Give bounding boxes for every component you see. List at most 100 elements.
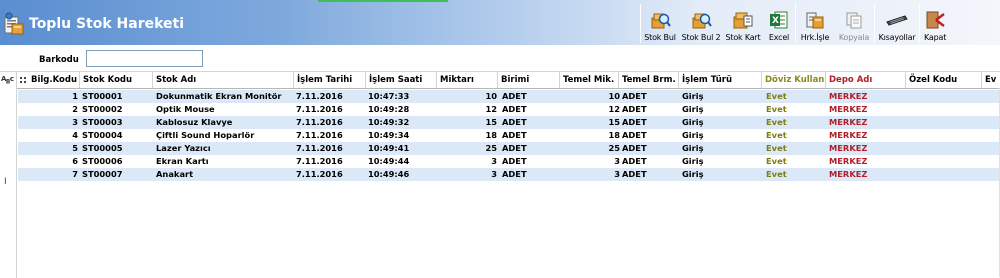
cell-islem-saati[interactable]: 10:49:46	[368, 168, 436, 181]
table-row[interactable]: 1 ST00001 Dokunmatik Ekran Monitör 7.11.201…	[18, 90, 1000, 103]
cell-islem-saati[interactable]: 10:49:32	[368, 116, 436, 129]
column-header[interactable]: İşlem Saati	[366, 72, 437, 88]
cell-bilg-kodu[interactable]: 2	[28, 103, 78, 116]
table-row[interactable]: 7 ST00007 Anakart 7.11.2016 10:49:46 3 ADET 3 AD…	[18, 168, 1000, 181]
cell-temel-birim[interactable]: ADET	[622, 129, 680, 142]
cell-birim[interactable]: ADET	[502, 129, 560, 142]
cell-islem-tarihi[interactable]: 7.11.2016	[296, 142, 366, 155]
column-header[interactable]: İşlem Tarihi	[294, 72, 366, 88]
cell-stok-adi[interactable]: Anakart	[156, 168, 294, 181]
table-row[interactable]: 3 ST00003 Kablosuz Klavye 7.11.2016 10:49:32…	[18, 116, 1000, 129]
cell-islem-saati[interactable]: 10:49:41	[368, 142, 436, 155]
cell-miktar[interactable]: 18	[437, 129, 497, 142]
cell-doviz-kullan[interactable]: Evet	[766, 90, 826, 103]
cell-islem-tarihi[interactable]: 7.11.2016	[296, 129, 366, 142]
column-header[interactable]: Birimi	[498, 72, 560, 88]
cell-islem-turu[interactable]: Giriş	[682, 155, 762, 168]
column-header[interactable]: Stok Kodu	[80, 72, 153, 88]
cell-birim[interactable]: ADET	[502, 142, 560, 155]
cell-depo-adi[interactable]: MERKEZ	[829, 116, 905, 129]
table-row[interactable]: 6 ST00006 Ekran Kartı 7.11.2016 10:49:44 3 ADE…	[18, 155, 1000, 168]
cell-temel-birim[interactable]: ADET	[622, 103, 680, 116]
cell-ozel-kodu[interactable]	[909, 129, 983, 142]
column-header[interactable]: İşlem Türü	[679, 72, 762, 88]
column-header[interactable]: Özel Kodu	[906, 72, 982, 88]
cell-temel-miktar[interactable]: 15	[560, 116, 620, 129]
cell-birim[interactable]: ADET	[502, 90, 560, 103]
cell-islem-tarihi[interactable]: 7.11.2016	[296, 116, 366, 129]
column-header[interactable]: Temel Brm.	[619, 72, 679, 88]
cell-ozel-kodu[interactable]	[909, 155, 983, 168]
cell-stok-kodu[interactable]: ST00002	[82, 103, 152, 116]
cell-depo-adi[interactable]: MERKEZ	[829, 168, 905, 181]
cell-islem-turu[interactable]: Giriş	[682, 129, 762, 142]
column-header[interactable]: Depo Adı	[826, 72, 906, 88]
cell-bilg-kodu[interactable]: 6	[28, 155, 78, 168]
cell-depo-adi[interactable]: MERKEZ	[829, 103, 905, 116]
cell-doviz-kullan[interactable]: Evet	[766, 129, 826, 142]
cell-ozel-kodu[interactable]	[909, 103, 983, 116]
column-header[interactable]: Ev	[982, 72, 1000, 88]
cell-depo-adi[interactable]: MERKEZ	[829, 155, 905, 168]
cell-stok-kodu[interactable]: ST00003	[82, 116, 152, 129]
cell-temel-miktar[interactable]: 3	[560, 168, 620, 181]
cell-stok-adi[interactable]: Çiftli Sound Hoparlör	[156, 129, 294, 142]
cell-doviz-kullan[interactable]: Evet	[766, 168, 826, 181]
cell-birim[interactable]: ADET	[502, 116, 560, 129]
cell-temel-birim[interactable]: ADET	[622, 142, 680, 155]
cell-temel-birim[interactable]: ADET	[622, 90, 680, 103]
cell-islem-saati[interactable]: 10:49:28	[368, 103, 436, 116]
shortcuts-button[interactable]: Kısayollar	[875, 3, 919, 44]
cell-islem-tarihi[interactable]: 7.11.2016	[296, 90, 366, 103]
cell-stok-kodu[interactable]: ST00007	[82, 168, 152, 181]
cell-ozel-kodu[interactable]	[909, 142, 983, 155]
column-header[interactable]: Miktarı	[437, 72, 498, 88]
cell-stok-kodu[interactable]: ST00006	[82, 155, 152, 168]
cell-birim[interactable]: ADET	[502, 155, 560, 168]
cell-ozel-kodu[interactable]	[909, 168, 983, 181]
table-row[interactable]: 2 ST00002 Optik Mouse 7.11.2016 10:49:28 12 AD…	[18, 103, 1000, 116]
stock-card-button[interactable]: Stok Kart	[723, 3, 763, 44]
cell-islem-turu[interactable]: Giriş	[682, 116, 762, 129]
copy-button[interactable]: Kopyala	[834, 3, 874, 44]
cell-miktar[interactable]: 3	[437, 168, 497, 181]
cell-bilg-kodu[interactable]: 7	[28, 168, 78, 181]
stock-find-2-button[interactable]: Stok Bul 2	[679, 3, 723, 44]
cell-stok-adi[interactable]: Dokunmatik Ekran Monitör	[156, 90, 294, 103]
cell-islem-tarihi[interactable]: 7.11.2016	[296, 155, 366, 168]
cell-bilg-kodu[interactable]: 5	[28, 142, 78, 155]
cell-stok-kodu[interactable]: ST00001	[82, 90, 152, 103]
close-button[interactable]: Kapat	[920, 3, 950, 44]
cell-bilg-kodu[interactable]: 1	[28, 90, 78, 103]
cell-temel-miktar[interactable]: 10	[560, 90, 620, 103]
cell-stok-kodu[interactable]: ST00004	[82, 129, 152, 142]
cell-stok-adi[interactable]: Ekran Kartı	[156, 155, 294, 168]
cell-islem-saati[interactable]: 10:49:34	[368, 129, 436, 142]
cell-stok-adi[interactable]: Kablosuz Klavye	[156, 116, 294, 129]
column-header[interactable]: Döviz Kullan	[762, 72, 826, 88]
cell-temel-birim[interactable]: ADET	[622, 116, 680, 129]
cell-islem-saati[interactable]: 10:47:33	[368, 90, 436, 103]
cell-temel-miktar[interactable]: 3	[560, 155, 620, 168]
cell-stok-adi[interactable]: Optik Mouse	[156, 103, 294, 116]
column-header[interactable]: Temel Mik.	[560, 72, 619, 88]
cell-temel-miktar[interactable]: 25	[560, 142, 620, 155]
column-header[interactable]: Stok Adı	[153, 72, 294, 88]
cell-temel-miktar[interactable]: 18	[560, 129, 620, 142]
table-row[interactable]: 5 ST00005 Lazer Yazıcı 7.11.2016 10:49:41 25 A…	[18, 142, 1000, 155]
cell-stok-adi[interactable]: Lazer Yazıcı	[156, 142, 294, 155]
cell-doviz-kullan[interactable]: Evet	[766, 103, 826, 116]
cell-islem-turu[interactable]: Giriş	[682, 90, 762, 103]
barcode-input[interactable]	[86, 50, 203, 67]
cell-depo-adi[interactable]: MERKEZ	[829, 129, 905, 142]
cell-stok-kodu[interactable]: ST00005	[82, 142, 152, 155]
table-row[interactable]: 4 ST00004 Çiftli Sound Hoparlör 7.11.2016 10…	[18, 129, 1000, 142]
cell-miktar[interactable]: 3	[437, 155, 497, 168]
cell-doviz-kullan[interactable]: Evet	[766, 155, 826, 168]
cell-miktar[interactable]: 12	[437, 103, 497, 116]
cell-depo-adi[interactable]: MERKEZ	[829, 90, 905, 103]
cell-miktar[interactable]: 10	[437, 90, 497, 103]
cell-birim[interactable]: ADET	[502, 103, 560, 116]
cell-birim[interactable]: ADET	[502, 168, 560, 181]
cell-doviz-kullan[interactable]: Evet	[766, 116, 826, 129]
